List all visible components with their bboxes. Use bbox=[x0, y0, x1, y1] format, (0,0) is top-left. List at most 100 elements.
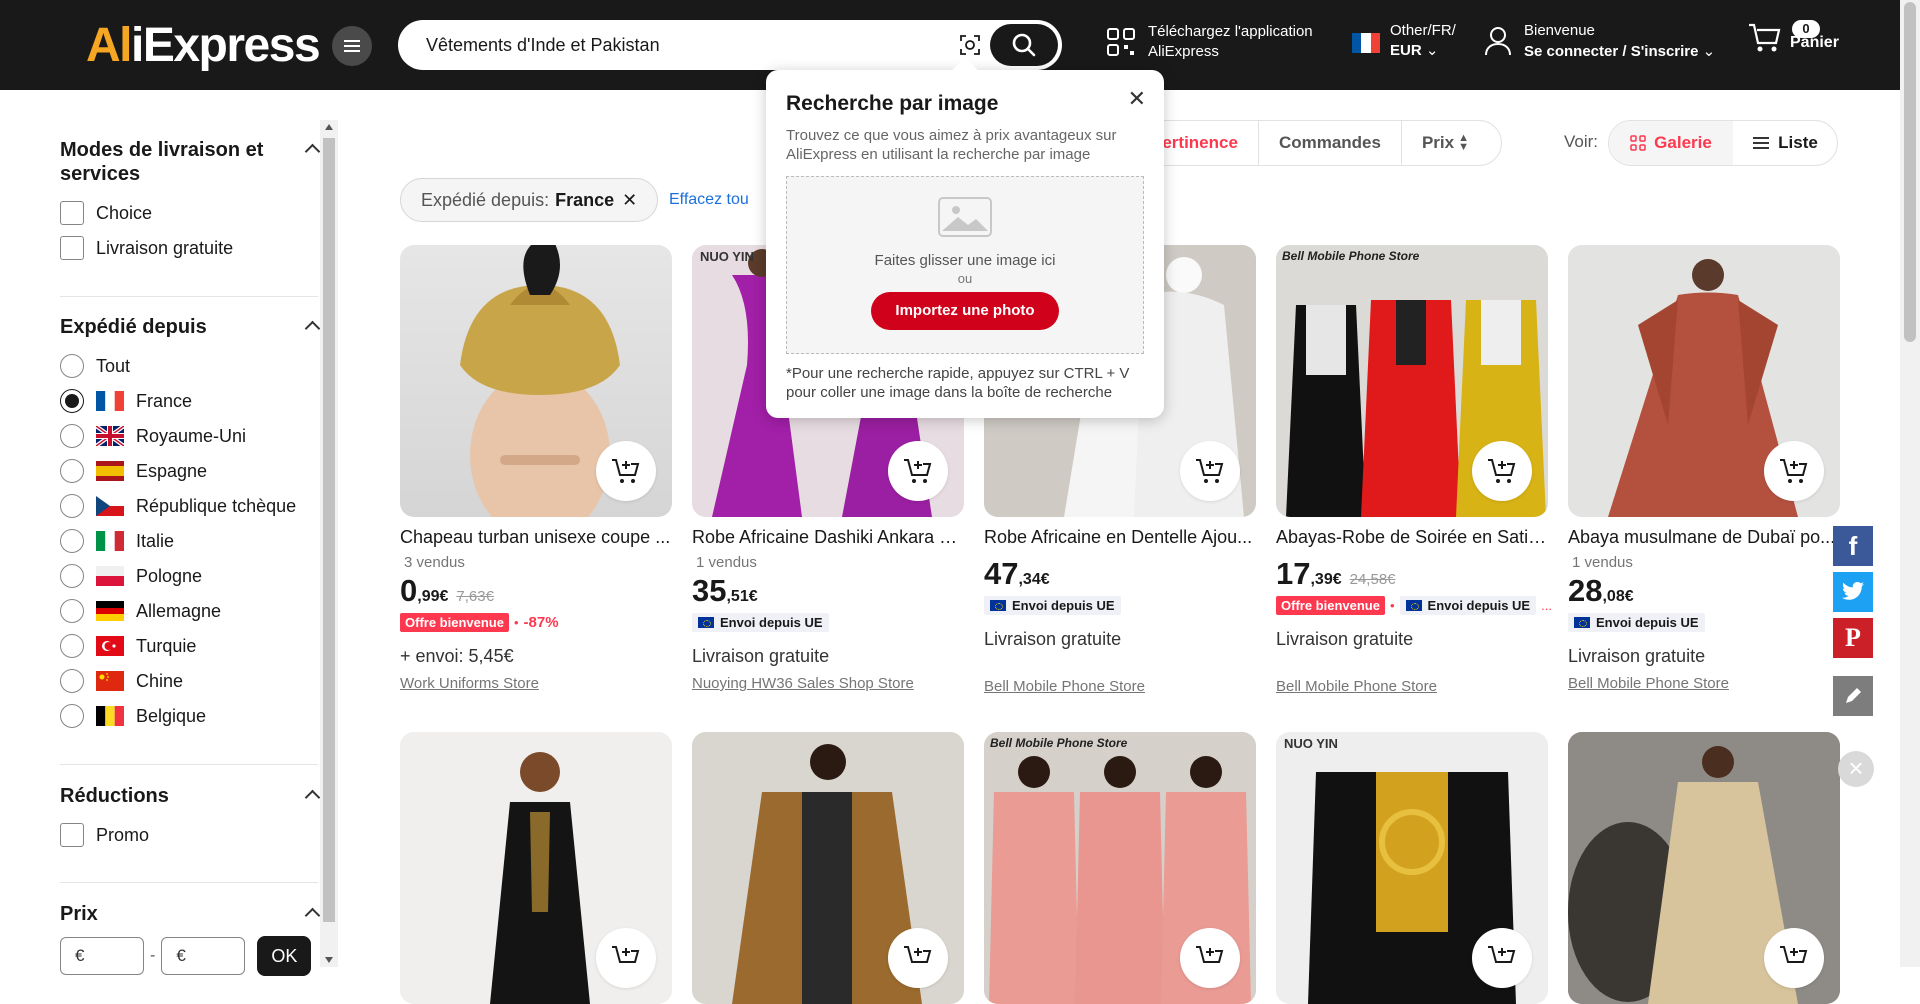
checkbox-label: Promo bbox=[96, 824, 150, 845]
price-min-input[interactable]: € bbox=[60, 937, 144, 975]
image-watermark: Bell Mobile Phone Store bbox=[1282, 249, 1420, 263]
product-image[interactable] bbox=[400, 732, 672, 1004]
clear-filters-link[interactable]: Effacez tou bbox=[669, 191, 749, 209]
sort-orders[interactable]: Commandes bbox=[1257, 121, 1401, 165]
view-gallery-button[interactable]: Galerie bbox=[1609, 121, 1733, 165]
radio[interactable] bbox=[60, 529, 84, 553]
product-card[interactable] bbox=[1568, 732, 1840, 1004]
aliexpress-logo[interactable]: AliExpress bbox=[86, 18, 321, 73]
radio[interactable] bbox=[60, 459, 84, 483]
eu-shipping-badge: Envoi depuis UE bbox=[984, 596, 1121, 615]
radio[interactable] bbox=[60, 354, 84, 378]
ship-from-germany[interactable]: Allemagne bbox=[60, 599, 221, 623]
ship-from-czech[interactable]: République tchèque bbox=[60, 494, 296, 518]
ship-from-belgium[interactable]: Belgique bbox=[60, 704, 206, 728]
price-ok-button[interactable]: OK bbox=[257, 936, 312, 976]
price-max-input[interactable]: € bbox=[161, 937, 246, 975]
upload-photo-button[interactable]: Importez une photo bbox=[871, 292, 1059, 330]
checkbox[interactable] bbox=[60, 201, 84, 225]
product-card[interactable]: Bell Mobile Phone Store Abayas-Robe de S… bbox=[1276, 245, 1552, 695]
filter-choice[interactable]: Choice bbox=[60, 201, 152, 225]
add-to-cart-button[interactable] bbox=[1472, 441, 1532, 501]
ship-from-all[interactable]: Tout bbox=[60, 354, 130, 378]
ship-from-china[interactable]: Chine bbox=[60, 669, 183, 693]
facebook-share-button[interactable]: f bbox=[1833, 526, 1873, 566]
close-share-button[interactable]: × bbox=[1838, 751, 1874, 787]
close-icon[interactable]: ✕ bbox=[1128, 86, 1146, 112]
add-to-cart-button[interactable] bbox=[1180, 441, 1240, 501]
twitter-share-button[interactable] bbox=[1833, 572, 1873, 612]
ship-from-turkey[interactable]: Turquie bbox=[60, 634, 196, 658]
add-to-cart-button[interactable] bbox=[596, 928, 656, 988]
product-image[interactable] bbox=[692, 732, 964, 1004]
checkbox[interactable] bbox=[60, 823, 84, 847]
radio[interactable] bbox=[60, 599, 84, 623]
account-menu[interactable]: Bienvenue Se connecter / S'inscrire ⌄ bbox=[1484, 20, 1715, 62]
sort-price[interactable]: Prix ▲ ▼ bbox=[1400, 121, 1489, 165]
store-link[interactable]: Work Uniforms Store bbox=[400, 675, 672, 692]
ship-from-france[interactable]: France bbox=[60, 389, 192, 413]
product-title[interactable]: Abaya musulmane de Dubaï po... bbox=[1568, 527, 1840, 548]
pinterest-share-button[interactable]: P bbox=[1833, 618, 1873, 658]
locale-selector[interactable]: Other/FR/EUR ⌄ bbox=[1352, 21, 1456, 61]
radio[interactable] bbox=[60, 704, 84, 728]
eu-shipping-badge: Envoi depuis UE bbox=[1399, 596, 1537, 615]
product-image[interactable]: NUO YIN bbox=[1276, 732, 1548, 1004]
radio[interactable] bbox=[60, 634, 84, 658]
add-cart-icon bbox=[904, 946, 932, 963]
product-image[interactable] bbox=[1568, 245, 1840, 517]
image-search-icon[interactable] bbox=[958, 33, 982, 57]
product-card[interactable]: Bell Mobile Phone Store bbox=[984, 732, 1256, 1004]
add-to-cart-button[interactable] bbox=[1764, 441, 1824, 501]
page-scrollbar[interactable] bbox=[1900, 0, 1920, 967]
store-link[interactable]: Bell Mobile Phone Store bbox=[1568, 675, 1840, 692]
product-card[interactable] bbox=[692, 732, 964, 1004]
app-download[interactable]: Téléchargez l'application AliExpress bbox=[1106, 22, 1313, 62]
product-card[interactable]: Abaya musulmane de Dubaï po... 1 vendus … bbox=[1568, 245, 1840, 692]
radio[interactable] bbox=[60, 564, 84, 588]
add-to-cart-button[interactable] bbox=[1180, 928, 1240, 988]
product-image[interactable]: Bell Mobile Phone Store bbox=[984, 732, 1256, 1004]
store-link[interactable]: Bell Mobile Phone Store bbox=[984, 678, 1256, 695]
ship-from-poland[interactable]: Pologne bbox=[60, 564, 202, 588]
product-title[interactable]: Chapeau turban unisexe coupe ... bbox=[400, 527, 672, 548]
add-to-cart-button[interactable] bbox=[888, 928, 948, 988]
product-title[interactable]: Robe Africaine en Dentelle Ajou... bbox=[984, 527, 1256, 548]
close-icon[interactable]: ✕ bbox=[622, 190, 637, 211]
add-to-cart-button[interactable] bbox=[1472, 928, 1532, 988]
sidebar-scrollbar[interactable] bbox=[320, 120, 338, 967]
product-title[interactable]: Robe Africaine Dashiki Ankara à... bbox=[692, 527, 964, 548]
search-button[interactable] bbox=[990, 24, 1058, 66]
product-image[interactable] bbox=[400, 245, 672, 517]
category-menu-button[interactable] bbox=[332, 26, 372, 66]
store-link[interactable]: Nuoying HW36 Sales Shop Store bbox=[692, 675, 964, 692]
active-filter-chip[interactable]: Expédié depuis: France ✕ bbox=[400, 178, 659, 222]
add-to-cart-button[interactable] bbox=[888, 441, 948, 501]
signin-link[interactable]: Se connecter / S'inscrire bbox=[1524, 43, 1698, 60]
radio[interactable] bbox=[60, 669, 84, 693]
ship-from-uk[interactable]: Royaume-Uni bbox=[60, 424, 246, 448]
image-drop-zone[interactable]: Faites glisser une image ici ou Importez… bbox=[786, 176, 1144, 354]
product-card[interactable]: Chapeau turban unisexe coupe ... 3 vendu… bbox=[400, 245, 672, 692]
filter-free-shipping[interactable]: Livraison gratuite bbox=[60, 236, 233, 260]
ship-from-spain[interactable]: Espagne bbox=[60, 459, 207, 483]
product-image[interactable] bbox=[1568, 732, 1840, 1004]
edit-button[interactable] bbox=[1833, 676, 1873, 716]
product-image[interactable]: Bell Mobile Phone Store bbox=[1276, 245, 1548, 517]
cart-button[interactable]: 0 Panier bbox=[1748, 20, 1839, 54]
view-list-button[interactable]: Liste bbox=[1733, 121, 1837, 165]
filter-promo[interactable]: Promo bbox=[60, 823, 149, 847]
add-to-cart-button[interactable] bbox=[1764, 928, 1824, 988]
add-cart-icon bbox=[1780, 946, 1808, 963]
radio[interactable] bbox=[60, 389, 84, 413]
radio[interactable] bbox=[60, 494, 84, 518]
product-title[interactable]: Abayas-Robe de Soirée en Satin... bbox=[1276, 527, 1548, 548]
add-to-cart-button[interactable] bbox=[596, 441, 656, 501]
store-link[interactable]: Bell Mobile Phone Store bbox=[1276, 678, 1548, 695]
ship-from-italy[interactable]: Italie bbox=[60, 529, 174, 553]
product-card[interactable]: NUO YIN bbox=[1276, 732, 1548, 1004]
radio[interactable] bbox=[60, 424, 84, 448]
checkbox[interactable] bbox=[60, 236, 84, 260]
product-card[interactable] bbox=[400, 732, 672, 1004]
search-input[interactable] bbox=[426, 34, 946, 56]
